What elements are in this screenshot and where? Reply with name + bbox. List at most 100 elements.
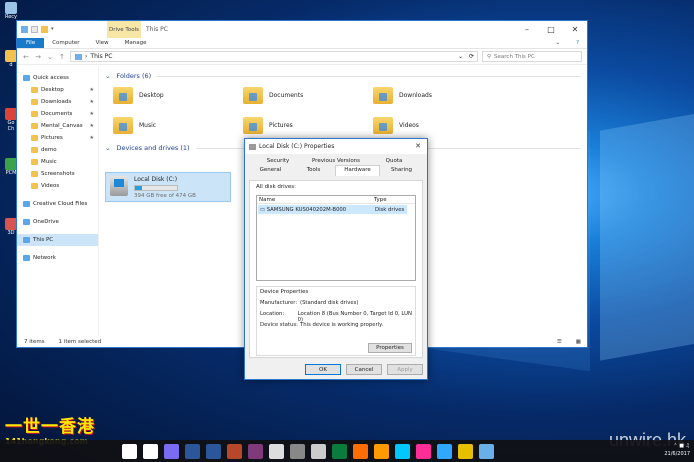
tab-computer[interactable]: Computer xyxy=(44,38,87,48)
this-pc-icon xyxy=(21,26,28,33)
taskbar-app-icon[interactable] xyxy=(395,443,410,459)
sidebar-item-screenshots[interactable]: Screenshots xyxy=(17,168,98,180)
local-disk-tile[interactable]: Local Disk (C:) 394 GB free of 474 GB xyxy=(105,172,231,202)
tiles-view-icon[interactable]: ▦ xyxy=(576,339,587,345)
pin-icon[interactable]: ★ xyxy=(90,123,94,129)
taskbar-app-icon[interactable] xyxy=(311,443,326,459)
up-arrow-icon[interactable]: ↑ xyxy=(58,53,66,61)
ok-button[interactable]: OK xyxy=(305,364,341,375)
taskbar-app-icon[interactable] xyxy=(332,443,347,459)
sidebar-item-music[interactable]: Music xyxy=(17,156,98,168)
drive-name: Local Disk (C:) xyxy=(134,176,178,183)
device-properties-title: Device Properties xyxy=(260,289,309,295)
minimize-button[interactable]: – xyxy=(515,21,539,38)
taskbar-app-icon[interactable] xyxy=(248,443,263,459)
folder-music[interactable]: Music xyxy=(113,114,243,136)
address-bar[interactable]: › This PC ⌄ ⟳ xyxy=(70,51,478,62)
new-folder-icon[interactable] xyxy=(41,26,48,33)
refresh-icon[interactable]: ⟳ xyxy=(469,53,477,60)
folder-videos[interactable]: Videos xyxy=(373,114,503,136)
sidebar-item-pictures[interactable]: Pictures ★ xyxy=(17,132,98,144)
tab-file[interactable]: File xyxy=(17,38,45,48)
taskbar-app-icon[interactable] xyxy=(122,443,137,459)
properties-button[interactable]: Properties xyxy=(368,343,412,353)
folder-icon xyxy=(23,255,30,261)
quick-access-toolbar: ▾ xyxy=(17,26,54,33)
folder-documents[interactable]: Documents xyxy=(243,84,373,106)
folder-icon xyxy=(113,86,133,104)
tab-sharing[interactable]: Sharing xyxy=(380,166,423,175)
folders-group-header[interactable]: ⌄ Folders (6) xyxy=(105,72,581,80)
tab-manage[interactable]: Manage xyxy=(117,38,155,48)
sidebar-item-mental-canvas[interactable]: Mental_Canvas ★ xyxy=(17,120,98,132)
sidebar-item-this-pc[interactable]: This PC xyxy=(17,234,98,246)
taskbar-app-icon[interactable] xyxy=(143,443,158,459)
back-arrow-icon[interactable]: ← xyxy=(22,53,30,61)
sidebar-item-onedrive[interactable]: OneDrive xyxy=(17,216,98,228)
desktop-shortcut[interactable]: Recy xyxy=(3,2,19,20)
ribbon-expand-icon[interactable]: ⌄ xyxy=(547,38,568,48)
taskbar-app-icon[interactable] xyxy=(227,443,242,459)
folder-desktop[interactable]: Desktop xyxy=(113,84,243,106)
pin-icon[interactable]: ★ xyxy=(90,135,94,141)
close-icon[interactable]: ✕ xyxy=(415,142,421,150)
folder-icon xyxy=(31,87,38,93)
folder-downloads[interactable]: Downloads xyxy=(373,84,503,106)
properties-icon[interactable] xyxy=(31,26,38,33)
taskbar-app-icon[interactable] xyxy=(437,443,452,459)
sidebar-item-downloads[interactable]: Downloads ★ xyxy=(17,96,98,108)
sidebar-item-documents[interactable]: Documents ★ xyxy=(17,108,98,120)
address-dropdown-icon[interactable]: ⌄ xyxy=(458,53,466,60)
pin-icon[interactable]: ★ xyxy=(90,99,94,105)
taskbar-app-icon[interactable] xyxy=(290,443,305,459)
folders-grid: Desktop Documents Downloads Music Pictures Vi… xyxy=(105,84,581,136)
pin-icon[interactable]: ★ xyxy=(90,111,94,117)
tab-general[interactable]: General xyxy=(249,166,292,175)
folder-icon xyxy=(243,86,263,104)
taskbar-app-icon[interactable] xyxy=(206,443,221,459)
tab-security[interactable]: Security xyxy=(249,157,307,166)
qat-dropdown-icon[interactable]: ▾ xyxy=(51,26,54,33)
taskbar-app-icon[interactable] xyxy=(185,443,200,459)
search-input[interactable]: ⚲ Search This PC xyxy=(482,51,582,62)
folder-pictures[interactable]: Pictures xyxy=(243,114,373,136)
folder-label: Pictures xyxy=(269,121,293,129)
column-type-header[interactable]: Type xyxy=(372,196,387,203)
sidebar-item-demo[interactable]: demo xyxy=(17,144,98,156)
close-button[interactable]: ✕ xyxy=(563,21,587,38)
help-icon[interactable]: ? xyxy=(568,38,587,48)
pin-icon[interactable]: ★ xyxy=(90,87,94,93)
folder-icon xyxy=(23,219,30,225)
taskbar-app-icon[interactable] xyxy=(164,443,179,459)
breadcrumb[interactable]: This PC xyxy=(90,53,112,60)
recent-dropdown-icon[interactable]: ⌄ xyxy=(46,53,54,61)
sidebar-item-creative-cloud-files[interactable]: Creative Cloud Files xyxy=(17,198,98,210)
taskbar-app-icon[interactable] xyxy=(353,443,368,459)
sidebar-item-quick-access[interactable]: Quick access xyxy=(17,72,98,84)
sidebar-item-label: This PC xyxy=(33,237,54,243)
location-label: Location: xyxy=(260,311,285,317)
clock-date[interactable]: 21/6/2017 xyxy=(664,450,690,458)
column-name-header[interactable]: Name xyxy=(257,196,372,203)
details-view-icon[interactable]: ☰ xyxy=(557,339,562,345)
tab-view[interactable]: View xyxy=(88,38,117,48)
tab-hardware[interactable]: Hardware xyxy=(335,165,380,176)
forward-arrow-icon[interactable]: → xyxy=(34,53,42,61)
folder-icon xyxy=(31,135,38,141)
taskbar-app-icon[interactable] xyxy=(458,443,473,459)
list-item[interactable]: ▭ SAMSUNG KUS040202M-B000 Disk drives xyxy=(258,205,407,214)
taskbar-app-icon[interactable] xyxy=(374,443,389,459)
tab-tools[interactable]: Tools xyxy=(292,166,335,175)
sidebar-item-desktop[interactable]: Desktop ★ xyxy=(17,84,98,96)
drive-tools-context-tab[interactable]: Drive Tools xyxy=(107,21,141,38)
cancel-button[interactable]: Cancel xyxy=(346,364,382,375)
taskbar-app-icon[interactable] xyxy=(269,443,284,459)
taskbar-app-icon[interactable] xyxy=(479,443,494,459)
taskbar-app-icon[interactable] xyxy=(416,443,431,459)
sidebar-item-videos[interactable]: Videos xyxy=(17,180,98,192)
apply-button[interactable]: Apply xyxy=(387,364,423,375)
disk-drives-list[interactable]: Name Type ▭ SAMSUNG KUS040202M-B000 Disk… xyxy=(256,195,416,281)
sidebar-item-network[interactable]: Network xyxy=(17,252,98,264)
tray-icons[interactable]: ⌃ ■ ♫ xyxy=(664,442,690,450)
maximize-button[interactable]: □ xyxy=(539,21,563,38)
